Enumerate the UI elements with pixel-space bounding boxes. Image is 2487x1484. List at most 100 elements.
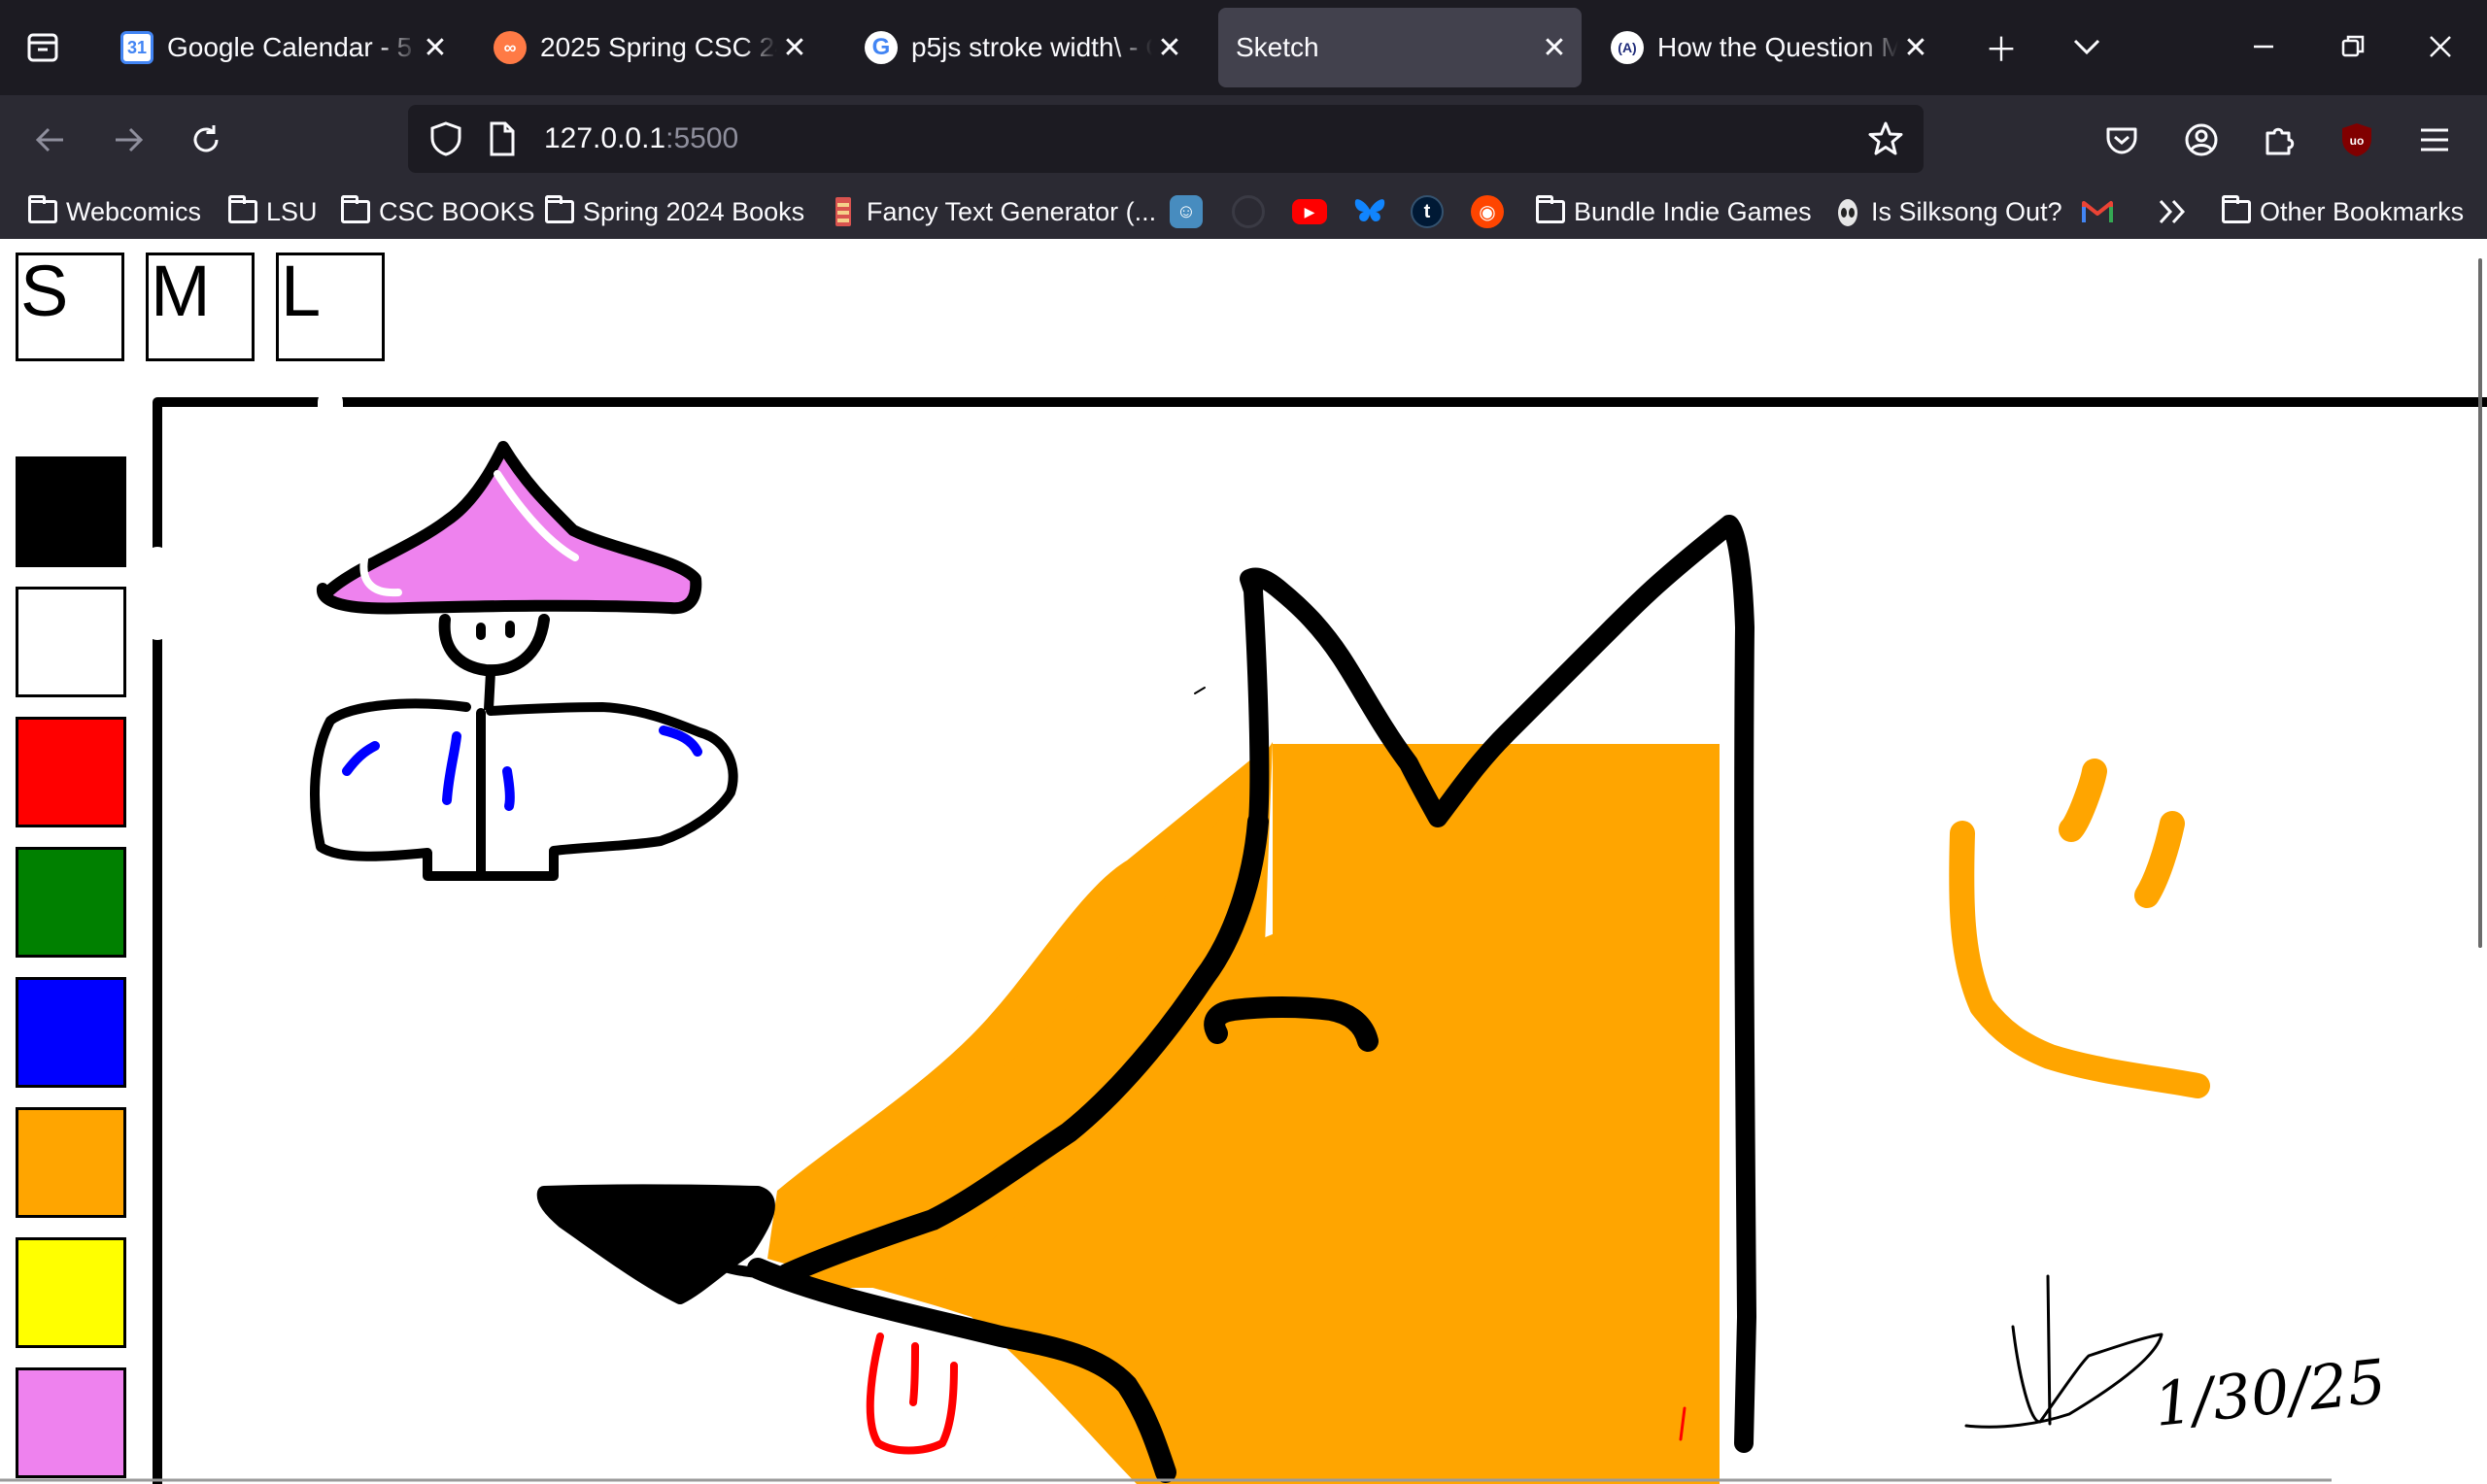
fox-face-fill — [1273, 744, 1720, 1484]
orange-smiley-drawing — [1949, 759, 2210, 1098]
new-tab-button[interactable]: ＋ — [1974, 19, 2028, 74]
close-tab-icon[interactable]: ✕ — [777, 30, 812, 65]
double-chevron-right-icon — [2159, 199, 2186, 224]
fancy-text-icon — [828, 197, 859, 226]
silksong-icon — [1832, 198, 1863, 226]
extensions-button[interactable] — [2252, 113, 2306, 167]
back-button[interactable] — [23, 113, 78, 167]
ublock-origin-icon: uo — [2342, 123, 2371, 156]
minimize-button[interactable] — [2236, 19, 2291, 74]
drawing-canvas[interactable]: 1/30/25 — [0, 239, 2487, 1484]
gmail-icon — [2082, 201, 2113, 222]
bookmark-gmail[interactable] — [2081, 192, 2114, 231]
bookmark-silksong[interactable]: Is Silksong Out? — [1832, 192, 2062, 231]
svg-text:uo: uo — [2350, 134, 2365, 148]
restore-button[interactable] — [2326, 19, 2380, 74]
fox-head-drawing — [536, 515, 1756, 1484]
url-port: :5500 — [665, 122, 739, 154]
close-tab-icon[interactable]: ✕ — [1537, 30, 1572, 65]
bookmark-label: Webcomics — [66, 196, 202, 226]
pocket-button[interactable] — [2095, 113, 2149, 167]
forward-button[interactable] — [101, 113, 155, 167]
url-bar[interactable]: 127.0.0.1:5500 — [408, 105, 1924, 173]
bookmark-reddit[interactable]: ◉ — [1471, 192, 1504, 231]
bookmark-csc-books[interactable]: CSC BOOKS — [340, 192, 535, 231]
bookmark-fancy-text-generator[interactable]: Fancy Text Generator (... — [828, 192, 1156, 231]
close-tab-icon[interactable]: ✕ — [1898, 30, 1933, 65]
close-icon — [2430, 36, 2451, 57]
close-tab-icon[interactable]: ✕ — [1152, 30, 1187, 65]
youtube-icon: ▶ — [1292, 199, 1327, 224]
folder-icon — [27, 195, 58, 225]
tab-strip: 31 Google Calendar - 5 d ✕ ∞ 2025 Spring… — [0, 0, 2487, 95]
folder-icon — [1535, 195, 1566, 225]
page-icon[interactable] — [488, 120, 517, 157]
shield-icon[interactable] — [429, 120, 462, 157]
folder-icon — [340, 195, 371, 225]
page-scrollbar[interactable] — [2478, 258, 2482, 948]
signature-scribble — [1964, 1274, 2163, 1429]
folder-icon — [2221, 195, 2252, 225]
google-calendar-icon: 31 — [120, 31, 153, 64]
browser-window: 31 Google Calendar - 5 d ✕ ∞ 2025 Spring… — [0, 0, 2487, 1484]
puzzle-piece-icon — [2266, 127, 2295, 155]
bookmark-webcomics[interactable]: Webcomics — [27, 192, 201, 231]
godot-icon: ☺ — [1170, 195, 1203, 228]
tumblr-icon: t — [1411, 195, 1444, 228]
list-all-tabs-button[interactable] — [2060, 19, 2114, 74]
plus-icon: ＋ — [1985, 31, 2018, 69]
close-window-button[interactable] — [2413, 19, 2468, 74]
firefox-view-button[interactable] — [16, 19, 70, 74]
bookmark-bundle-indie-games[interactable]: Bundle Indie Games — [1535, 192, 1812, 231]
page-content: S M L 1/30/25 — [0, 239, 2487, 1484]
url-text[interactable]: 127.0.0.1:5500 — [544, 122, 738, 155]
chevron-down-icon — [2073, 39, 2100, 55]
tab-title: How the Question Ma — [1657, 32, 1898, 62]
bookmark-star-icon[interactable] — [1867, 120, 1904, 157]
signature-date: 1/30/25 — [2151, 1345, 2389, 1440]
tab-csc-course[interactable]: ∞ 2025 Spring CSC 246 ✕ — [476, 8, 822, 87]
bookmark-other-bookmarks[interactable]: Other Bookmarks — [2221, 192, 2464, 231]
bookmark-bluesky[interactable] — [1352, 192, 1387, 231]
bookmark-label: Fancy Text Generator (... — [867, 196, 1157, 226]
bookmark-tumblr[interactable]: t — [1411, 192, 1444, 231]
bookmark-lsu[interactable]: LSU — [227, 192, 318, 231]
tab-title: Sketch — [1236, 32, 1319, 62]
bookmark-label: LSU — [266, 196, 318, 226]
bookmark-label: Other Bookmarks — [2260, 196, 2465, 226]
bluesky-butterfly-icon — [1354, 199, 1385, 221]
tab-question-mark[interactable]: (A) How the Question Ma ✕ — [1593, 8, 1943, 87]
hat-person-drawing — [310, 441, 738, 881]
bookmark-label: Spring 2024 Books — [583, 196, 805, 226]
close-tab-icon[interactable]: ✕ — [418, 30, 453, 65]
bookmark-label: Bundle Indie Games — [1574, 196, 1812, 226]
tab-title: 2025 Spring CSC 246 — [540, 32, 777, 62]
more-bookmarks-button[interactable] — [2157, 192, 2188, 231]
tab-google-calendar[interactable]: 31 Google Calendar - 5 d ✕ — [103, 8, 462, 87]
bookmarks-toolbar: Webcomics LSU CSC BOOKS Spring 2024 Book… — [0, 185, 2487, 239]
account-icon — [2185, 123, 2218, 156]
tab-title: p5js stroke width\ - G — [911, 32, 1152, 62]
folder-icon — [227, 195, 258, 225]
tab-title: Google Calendar - 5 d — [167, 32, 418, 62]
bookmark-github[interactable] — [1232, 192, 1265, 231]
bookmark-label: CSC BOOKS — [379, 196, 535, 226]
github-icon — [1232, 195, 1265, 228]
hamburger-menu-icon — [2421, 128, 2448, 152]
bookmark-godot[interactable]: ☺ — [1170, 192, 1203, 231]
bookmark-youtube[interactable]: ▶ — [1292, 192, 1327, 231]
firefox-view-icon — [27, 33, 58, 62]
url-host: 127.0.0.1 — [544, 122, 666, 154]
app-menu-button[interactable] — [2407, 113, 2462, 167]
navigation-toolbar: 127.0.0.1:5500 uo — [0, 95, 2487, 185]
question-mark-site-icon: (A) — [1611, 31, 1644, 64]
bookmark-spring-2024-books[interactable]: Spring 2024 Books — [544, 192, 804, 231]
restore-icon — [2341, 35, 2365, 57]
ublock-origin-button[interactable]: uo — [2330, 113, 2384, 167]
reload-button[interactable] — [179, 113, 233, 167]
eraser-marks — [145, 389, 343, 640]
account-button[interactable] — [2174, 113, 2229, 167]
tab-sketch[interactable]: Sketch ✕ — [1218, 8, 1582, 87]
tab-google-search[interactable]: G p5js stroke width\ - G ✕ — [847, 8, 1197, 87]
reload-icon — [193, 125, 219, 152]
